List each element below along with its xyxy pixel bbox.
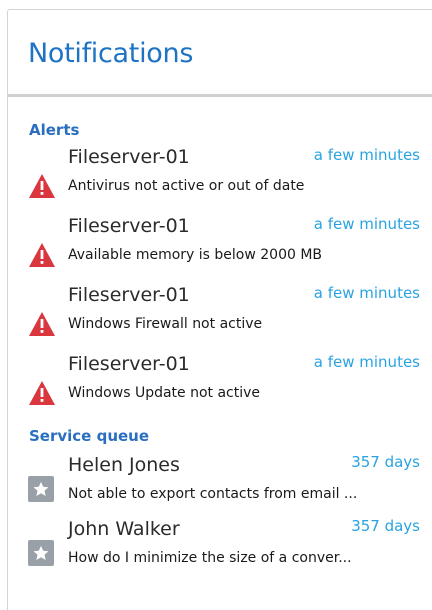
- star-icon: [28, 476, 56, 504]
- alert-item[interactable]: Fileserver-01 a few minutes Antivirus no…: [8, 146, 432, 206]
- ticket-item[interactable]: Helen Jones 357 days Not able to export …: [8, 453, 432, 514]
- warning-triangle-icon: [28, 311, 56, 339]
- ticket-item[interactable]: John Walker 357 days How do I minimize t…: [8, 517, 432, 578]
- ticket-subject: How do I minimize the size of a conver..…: [68, 550, 352, 566]
- alert-description: Available memory is below 2000 MB: [68, 247, 323, 263]
- alert-source: Fileserver-01: [68, 353, 190, 375]
- alert-source: Fileserver-01: [68, 284, 190, 306]
- alert-time: a few minutes: [313, 146, 420, 164]
- page-title: Notifications: [28, 38, 194, 69]
- notifications-panel: Notifications Alerts Fileserver-01 a few…: [7, 9, 432, 610]
- alert-time: a few minutes: [313, 215, 420, 233]
- alert-source: Fileserver-01: [68, 215, 190, 237]
- alert-item[interactable]: Fileserver-01 a few minutes Available me…: [8, 215, 432, 275]
- warning-triangle-icon: [28, 242, 56, 270]
- alert-source: Fileserver-01: [68, 146, 190, 168]
- alerts-section-title: Alerts: [29, 121, 80, 139]
- alert-description: Windows Update not active: [68, 385, 261, 401]
- alert-description: Windows Firewall not active: [68, 316, 263, 332]
- alert-item[interactable]: Fileserver-01 a few minutes Windows Fire…: [8, 284, 432, 344]
- warning-triangle-icon: [28, 380, 56, 408]
- service-queue-section-title: Service queue: [29, 427, 150, 445]
- star-icon: [28, 540, 56, 568]
- ticket-requester: Helen Jones: [68, 454, 180, 476]
- ticket-requester: John Walker: [68, 518, 180, 540]
- alert-time: a few minutes: [313, 284, 420, 302]
- alert-time: a few minutes: [313, 353, 420, 371]
- alert-item[interactable]: Fileserver-01 a few minutes Windows Upda…: [8, 353, 432, 413]
- ticket-age: 357 days: [351, 453, 420, 471]
- alert-description: Antivirus not active or out of date: [68, 178, 305, 194]
- ticket-age: 357 days: [351, 517, 420, 535]
- warning-triangle-icon: [28, 173, 56, 201]
- ticket-subject: Not able to export contacts from email .…: [68, 486, 358, 502]
- panel-header: Notifications: [8, 10, 432, 97]
